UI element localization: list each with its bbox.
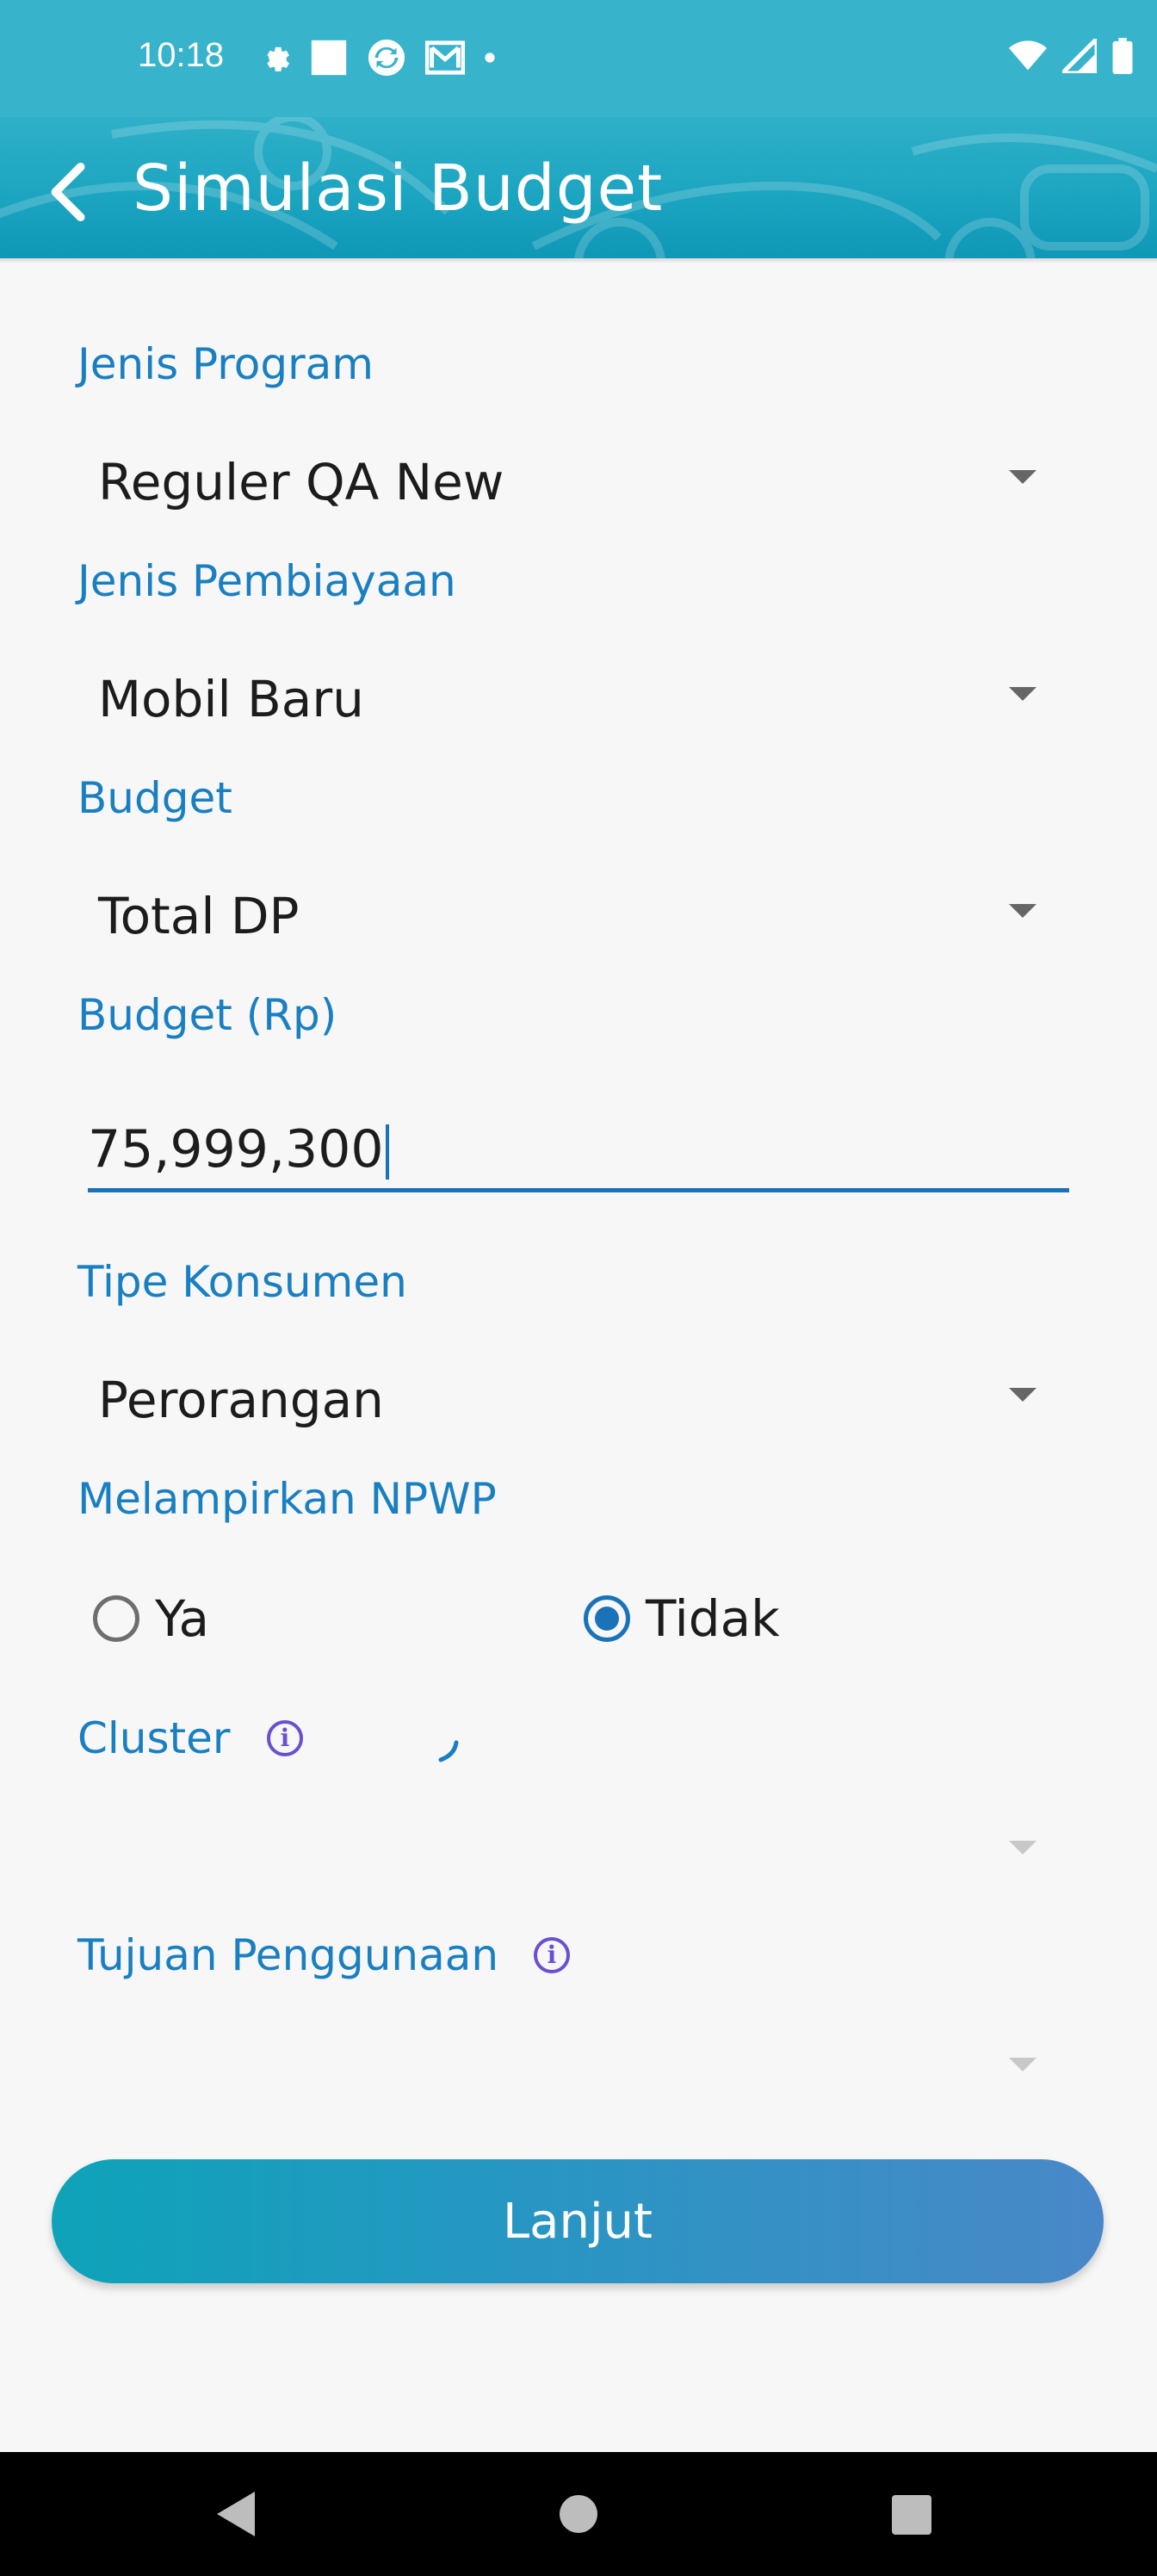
npwp-option-tidak-label: Tidak (646, 1589, 780, 1648)
status-time: 10:18 (138, 36, 225, 74)
budget-label: Budget (77, 773, 232, 823)
jenis-program-dropdown[interactable]: Reguler QA New (98, 437, 1062, 515)
caret-down-icon (1009, 2058, 1036, 2071)
gear-icon (267, 46, 289, 71)
square-icon (311, 40, 347, 76)
nav-back-icon[interactable] (217, 2492, 255, 2536)
status-bar: 10:18 (0, 0, 1157, 117)
loading-spinner-icon (438, 1740, 459, 1762)
jenis-program-label: Jenis Program (77, 339, 374, 389)
budget-rp-field[interactable]: 75,999,300 (88, 1105, 1069, 1192)
caret-down-icon (1009, 470, 1036, 484)
app-bar-shadow (0, 258, 1157, 263)
jenis-program-value: Reguler QA New (98, 453, 504, 511)
caret-down-icon (1009, 1841, 1036, 1855)
jenis-pembiayaan-dropdown[interactable]: Mobil Baru (98, 654, 1062, 732)
npwp-label: Melampirkan NPWP (77, 1474, 497, 1524)
npwp-option-tidak[interactable]: Tidak (584, 1589, 780, 1648)
cluster-info-icon[interactable]: i (267, 1720, 303, 1756)
system-navigation-bar (0, 2452, 1157, 2576)
caret-down-icon (1009, 687, 1036, 701)
npwp-option-ya-label: Ya (155, 1589, 209, 1648)
budget-dropdown[interactable]: Total DP (98, 871, 1062, 949)
budget-value: Total DP (98, 887, 300, 945)
signal-icon (1062, 39, 1097, 73)
app-bar: Simulasi Budget (0, 117, 1157, 258)
cluster-dropdown[interactable] (98, 1808, 1062, 1886)
budget-rp-input[interactable]: 75,999,300 (88, 1119, 1035, 1180)
radio-unchecked-icon[interactable] (93, 1595, 139, 1642)
dot-icon (485, 53, 495, 63)
tipe-konsumen-value: Perorangan (98, 1371, 384, 1429)
budget-rp-label: Budget (Rp) (77, 990, 337, 1040)
tujuan-penggunaan-dropdown[interactable] (98, 2025, 1062, 2102)
jenis-pembiayaan-label: Jenis Pembiayaan (77, 556, 456, 606)
tipe-konsumen-dropdown[interactable]: Perorangan (98, 1355, 1062, 1433)
battery-icon (1112, 38, 1133, 74)
caret-down-icon (1009, 1388, 1036, 1402)
page-title: Simulasi Budget (133, 152, 664, 226)
tipe-konsumen-label: Tipe Konsumen (77, 1257, 407, 1307)
caret-down-icon (1009, 904, 1036, 918)
wifi-icon (1009, 40, 1047, 71)
status-icons-right (1009, 38, 1133, 74)
tujuan-penggunaan-info-icon[interactable]: i (534, 1937, 570, 1973)
lanjut-button[interactable]: Lanjut (52, 2159, 1104, 2283)
mail-icon (425, 40, 465, 75)
budget-rp-text: 75,999,300 (88, 1119, 384, 1180)
npwp-option-ya[interactable]: Ya (93, 1589, 209, 1648)
cluster-label: Cluster (77, 1713, 231, 1763)
tujuan-penggunaan-label: Tujuan Penggunaan (77, 1930, 499, 1980)
nav-recents-icon[interactable] (892, 2495, 931, 2535)
jenis-pembiayaan-value: Mobil Baru (98, 670, 364, 728)
nav-home-icon[interactable] (560, 2495, 597, 2533)
back-button[interactable] (43, 162, 95, 222)
radio-checked-icon[interactable] (584, 1595, 630, 1642)
sync-icon (368, 39, 405, 77)
status-icons-left (257, 38, 496, 77)
text-cursor (385, 1124, 389, 1180)
